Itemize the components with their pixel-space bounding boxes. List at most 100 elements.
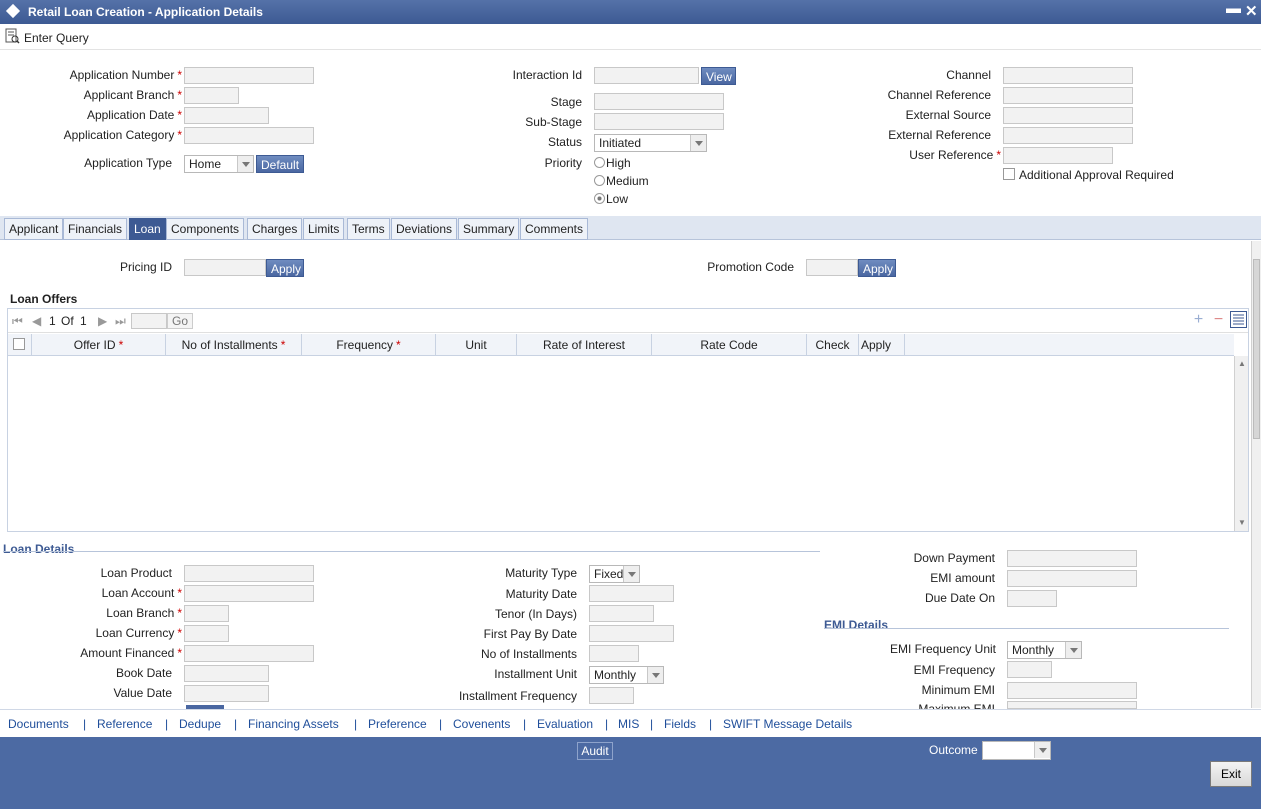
first-pay-by-date-input[interactable] <box>589 625 674 642</box>
tenor-input[interactable] <box>589 605 654 622</box>
pricing-apply-button[interactable]: Apply <box>266 259 304 277</box>
value-date-input[interactable] <box>184 685 269 702</box>
down-payment-input[interactable] <box>1007 550 1137 567</box>
col-no-of-installments[interactable]: No of Installments * <box>166 334 302 356</box>
tab-charges[interactable]: Charges <box>247 218 303 240</box>
channel-input[interactable] <box>1003 67 1133 84</box>
select-all-checkbox[interactable] <box>13 338 25 350</box>
link-reference[interactable]: Reference <box>97 717 152 731</box>
applicant-branch-input[interactable] <box>184 87 239 104</box>
link-documents[interactable]: Documents <box>8 717 69 731</box>
last-page-icon[interactable]: ⏭ <box>115 314 126 329</box>
enter-query-icon[interactable] <box>4 28 20 44</box>
application-number-input[interactable] <box>184 67 314 84</box>
next-page-icon[interactable]: ▶ <box>98 314 107 328</box>
application-type-select[interactable]: Home <box>184 155 254 173</box>
status-select[interactable]: Initiated <box>594 134 707 152</box>
link-dedupe[interactable]: Dedupe <box>179 717 221 731</box>
minimum-emi-input[interactable] <box>1007 682 1137 699</box>
additional-approval-checkbox[interactable] <box>1003 168 1015 180</box>
col-apply[interactable]: Apply <box>859 334 905 356</box>
tab-components[interactable]: Components <box>166 218 245 240</box>
link-swift-message-details[interactable]: SWIFT Message Details <box>723 717 852 731</box>
priority-medium-radio[interactable]: Medium <box>594 174 649 188</box>
tab-applicant[interactable]: Applicant <box>4 218 64 240</box>
no-of-installments-input[interactable] <box>589 645 639 662</box>
tab-financials[interactable]: Financials <box>63 218 128 240</box>
main-scrollbar[interactable] <box>1251 241 1261 708</box>
maturity-date-input[interactable] <box>589 585 674 602</box>
single-view-icon[interactable] <box>1230 311 1247 328</box>
emi-amount-input[interactable] <box>1007 570 1137 587</box>
application-category-input[interactable] <box>184 127 314 144</box>
application-date-label: Application Date * <box>86 108 182 122</box>
close-icon[interactable]: ✕ <box>1245 2 1258 20</box>
sub-stage-input[interactable] <box>594 113 724 130</box>
exit-button[interactable]: Exit <box>1210 761 1252 787</box>
go-button[interactable]: Go <box>167 313 193 329</box>
installment-frequency-input[interactable] <box>589 687 634 704</box>
col-check[interactable]: Check <box>807 334 859 356</box>
main-scrollbar-thumb[interactable] <box>1253 259 1260 439</box>
promotion-apply-button[interactable]: Apply <box>858 259 896 277</box>
scroll-up-icon[interactable]: ▲ <box>1238 359 1246 368</box>
loan-account-input[interactable] <box>184 585 314 602</box>
priority-high-radio[interactable]: High <box>594 156 631 170</box>
link-preference[interactable]: Preference <box>368 717 427 731</box>
link-mis[interactable]: MIS <box>618 717 639 731</box>
prev-page-icon[interactable]: ◀ <box>32 314 41 328</box>
book-date-label: Book Date <box>115 666 172 680</box>
due-date-on-input[interactable] <box>1007 590 1057 607</box>
external-reference-input[interactable] <box>1003 127 1133 144</box>
link-covenents[interactable]: Covenents <box>453 717 510 731</box>
tab-limits[interactable]: Limits <box>303 218 345 240</box>
pricing-id-input[interactable] <box>184 259 266 276</box>
col-frequency[interactable]: Frequency * <box>302 334 436 356</box>
maturity-date-label: Maturity Date <box>505 587 577 601</box>
emi-frequency-input[interactable] <box>1007 661 1052 678</box>
default-button[interactable]: Default <box>256 155 304 173</box>
loan-branch-input[interactable] <box>184 605 229 622</box>
page-number-input[interactable] <box>131 313 167 329</box>
tab-loan[interactable]: Loan <box>129 218 166 240</box>
channel-reference-input[interactable] <box>1003 87 1133 104</box>
audit-button[interactable]: Audit <box>577 742 613 760</box>
stage-input[interactable] <box>594 93 724 110</box>
tab-summary[interactable]: Summary <box>458 218 520 240</box>
loan-currency-input[interactable] <box>184 625 229 642</box>
view-button[interactable]: View <box>701 67 736 85</box>
minimize-icon[interactable]: ▬ <box>1226 0 1241 17</box>
col-rate-code[interactable]: Rate Code <box>652 334 807 356</box>
loan-product-input[interactable] <box>184 565 314 582</box>
maturity-type-select[interactable]: Fixed <box>589 565 640 583</box>
first-page-icon[interactable]: ⏮ <box>12 314 23 329</box>
user-reference-input[interactable] <box>1003 147 1113 164</box>
enter-query-button[interactable]: Enter Query <box>24 31 89 45</box>
scroll-down-icon[interactable]: ▼ <box>1238 518 1246 527</box>
emi-frequency-unit-select[interactable]: Monthly <box>1007 641 1082 659</box>
tab-comments[interactable]: Comments <box>520 218 589 240</box>
outcome-select[interactable] <box>982 741 1051 760</box>
amount-financed-input[interactable] <box>184 645 314 662</box>
col-rate-of-interest[interactable]: Rate of Interest <box>517 334 652 356</box>
link-bar: Documents | Reference | Dedupe | Financi… <box>0 709 1261 737</box>
add-row-icon[interactable]: + <box>1190 312 1207 329</box>
external-source-input[interactable] <box>1003 107 1133 124</box>
col-unit[interactable]: Unit <box>436 334 517 356</box>
promotion-code-input[interactable] <box>806 259 858 276</box>
tab-terms[interactable]: Terms <box>347 218 390 240</box>
installment-unit-select[interactable]: Monthly <box>589 666 664 684</box>
delete-row-icon[interactable]: − <box>1210 312 1227 329</box>
priority-low-radio[interactable]: Low <box>594 192 628 206</box>
link-evaluation[interactable]: Evaluation <box>537 717 593 731</box>
application-date-input[interactable] <box>184 107 269 124</box>
grid-scrollbar[interactable]: ▲ ▼ <box>1234 356 1248 531</box>
tab-deviations[interactable]: Deviations <box>391 218 458 240</box>
maximum-emi-input[interactable] <box>1007 701 1137 709</box>
book-date-input[interactable] <box>184 665 269 682</box>
col-offer-id[interactable]: Offer ID * <box>32 334 166 356</box>
link-fields[interactable]: Fields <box>664 717 696 731</box>
link-financing-assets[interactable]: Financing Assets <box>248 717 339 731</box>
interaction-id-input[interactable] <box>594 67 699 84</box>
radio-icon <box>594 175 605 186</box>
